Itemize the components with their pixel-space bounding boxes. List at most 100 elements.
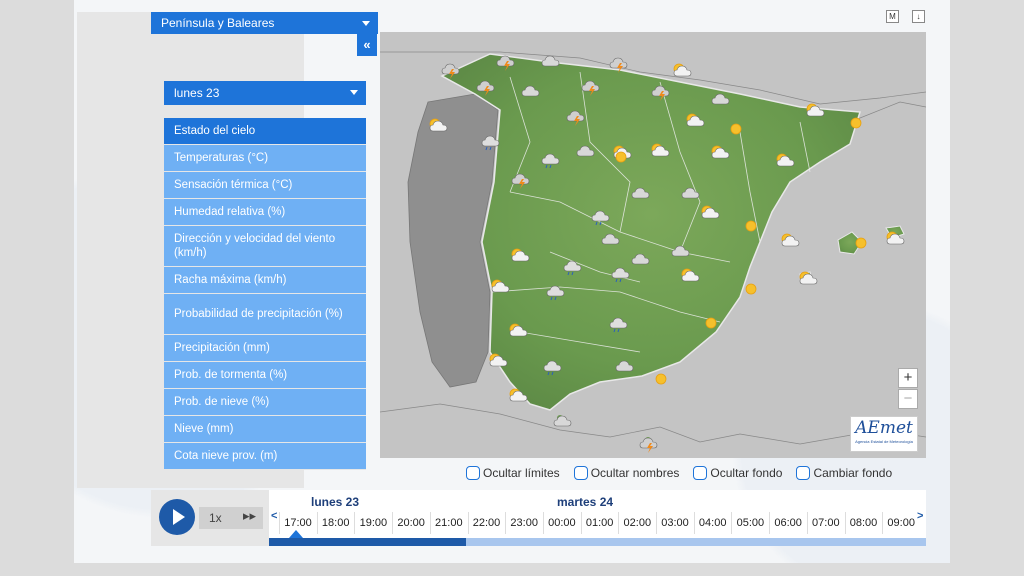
- variable-menu: Estado del cielo Temperaturas (°C) Sensaci…: [164, 118, 366, 470]
- timeline-hour[interactable]: 09:00: [882, 512, 919, 534]
- cloud-weather-icon: [575, 142, 597, 158]
- collapse-panel-button[interactable]: «: [357, 34, 377, 56]
- menu-item[interactable]: Precipitación (mm): [164, 335, 366, 362]
- menu-item[interactable]: Cota nieve prov. (m): [164, 443, 366, 470]
- sun-weather-icon: [610, 148, 632, 164]
- region-select[interactable]: Península y Baleares: [151, 12, 378, 34]
- timeline-hour[interactable]: 18:00: [316, 512, 354, 534]
- rain-weather-icon: [542, 357, 564, 376]
- timeline-hour[interactable]: 19:00: [354, 512, 391, 534]
- timeline-hour[interactable]: 06:00: [769, 512, 806, 534]
- sun-weather-icon: [740, 280, 762, 296]
- timeline-hour[interactable]: 03:00: [656, 512, 693, 534]
- cloud-weather-icon: [552, 412, 574, 428]
- zoom-out-button[interactable]: −: [898, 389, 918, 409]
- cloud-weather-icon: [670, 242, 692, 258]
- timeline-hour[interactable]: 01:00: [580, 512, 618, 534]
- storm-weather-icon: [608, 54, 630, 73]
- menu-item[interactable]: Prob. de nieve (%): [164, 389, 366, 416]
- menu-item[interactable]: Sensación térmica (°C): [164, 172, 366, 199]
- storm-weather-icon: [440, 60, 462, 79]
- timeline-hour[interactable]: 21:00: [429, 512, 467, 534]
- hide-background-checkbox[interactable]: [693, 466, 708, 480]
- timeline-hour[interactable]: 20:00: [392, 512, 429, 534]
- hide-names-checkbox[interactable]: [573, 466, 588, 480]
- storm-weather-icon: [580, 77, 602, 96]
- menu-item[interactable]: Temperaturas (°C): [164, 145, 366, 172]
- zoom-in-button[interactable]: +: [898, 368, 918, 388]
- map-options: Ocultar límites Ocultar nombres Ocultar …: [466, 466, 892, 480]
- timeline-day-2: martes 24: [557, 495, 614, 509]
- timeline-hour[interactable]: 17:00: [279, 512, 316, 534]
- timeline-hours[interactable]: lunes 23 martes 24 < > 17:00 18:00 19:00 20…: [269, 490, 926, 546]
- sun-cloud-weather-icon: [490, 278, 512, 294]
- sun-cloud-weather-icon: [510, 247, 532, 263]
- menu-item[interactable]: Dirección y velocidad del viento (km/h): [164, 226, 366, 267]
- sun-cloud-weather-icon: [700, 204, 722, 220]
- spain-weather-map[interactable]: + − AEmet Agencia Estatal de Meteorologí…: [380, 32, 926, 458]
- day-select[interactable]: lunes 23: [164, 81, 366, 105]
- rain-weather-icon: [540, 150, 562, 169]
- timeline-day-1: lunes 23: [311, 495, 360, 509]
- hide-limits-checkbox[interactable]: [466, 466, 480, 480]
- menu-item[interactable]: Prob. de tormenta (%): [164, 362, 366, 389]
- menu-item[interactable]: Nieve (mm): [164, 416, 366, 443]
- timeline-hour[interactable]: 22:00: [467, 512, 505, 534]
- sun-weather-icon: [700, 314, 722, 330]
- change-background-checkbox[interactable]: [796, 466, 811, 480]
- cloud-weather-icon: [710, 90, 732, 106]
- timeline: 1x ▸▸ lunes 23 martes 24 < > 17:00 18:00 1…: [151, 490, 926, 546]
- speed-label: 1x: [209, 511, 222, 525]
- rain-weather-icon: [608, 314, 630, 333]
- rain-weather-icon: [480, 132, 502, 151]
- sun-weather-icon: [740, 217, 762, 233]
- timeline-hour[interactable]: 05:00: [731, 512, 768, 534]
- sun-cloud-weather-icon: [798, 270, 820, 286]
- timeline-hour[interactable]: 00:00: [542, 512, 580, 534]
- timeline-progress-fill: [269, 538, 467, 546]
- sun-cloud-weather-icon: [428, 117, 450, 133]
- change-background-option[interactable]: Cambiar fondo: [796, 466, 892, 480]
- hide-names-option[interactable]: Ocultar nombres: [573, 466, 680, 480]
- hide-background-label: Ocultar fondo: [710, 466, 783, 480]
- timeline-hour[interactable]: 07:00: [806, 512, 844, 534]
- rain-weather-icon: [610, 264, 632, 283]
- cloud-weather-icon: [614, 357, 636, 373]
- hide-background-option[interactable]: Ocultar fondo: [693, 466, 782, 480]
- logo-text: AEmet: [855, 418, 913, 438]
- timeline-hour[interactable]: 08:00: [844, 512, 882, 534]
- sun-cloud-weather-icon: [885, 230, 907, 246]
- hide-limits-option[interactable]: Ocultar límites: [466, 466, 560, 480]
- sun-weather-icon: [845, 114, 867, 130]
- timeline-hour[interactable]: 04:00: [693, 512, 731, 534]
- change-background-label: Cambiar fondo: [813, 466, 893, 480]
- map-icon[interactable]: M: [886, 10, 899, 23]
- rain-weather-icon: [562, 257, 584, 276]
- sun-weather-icon: [850, 234, 872, 250]
- logo-subtitle: Agencia Estatal de Meteorología: [855, 439, 913, 444]
- sun-cloud-weather-icon: [488, 352, 510, 368]
- sun-cloud-weather-icon: [672, 62, 694, 78]
- timeline-hour[interactable]: 23:00: [505, 512, 542, 534]
- hide-names-label: Ocultar nombres: [590, 466, 680, 480]
- storm-weather-icon: [510, 170, 532, 189]
- sun-cloud-weather-icon: [685, 112, 707, 128]
- sun-cloud-weather-icon: [508, 387, 530, 403]
- menu-item[interactable]: Probabilidad de precipitación (%): [164, 294, 366, 335]
- sun-cloud-weather-icon: [508, 322, 530, 338]
- download-icon[interactable]: ↓: [912, 10, 925, 23]
- menu-item[interactable]: Racha máxima (km/h): [164, 267, 366, 294]
- cloud-weather-icon: [630, 184, 652, 200]
- rain-weather-icon: [545, 282, 567, 301]
- cloud-weather-icon: [540, 52, 562, 68]
- cloud-weather-icon: [600, 230, 622, 246]
- fast-forward-icon[interactable]: ▸▸: [243, 508, 256, 524]
- storm-weather-icon: [565, 107, 587, 126]
- storm-weather-icon: [638, 434, 660, 453]
- timeline-prev-button[interactable]: <: [271, 510, 277, 522]
- play-button[interactable]: [159, 499, 195, 535]
- menu-item[interactable]: Humedad relativa (%): [164, 199, 366, 226]
- cloud-weather-icon: [520, 82, 542, 98]
- menu-item[interactable]: Estado del cielo: [164, 118, 366, 145]
- timeline-hour[interactable]: 02:00: [618, 512, 655, 534]
